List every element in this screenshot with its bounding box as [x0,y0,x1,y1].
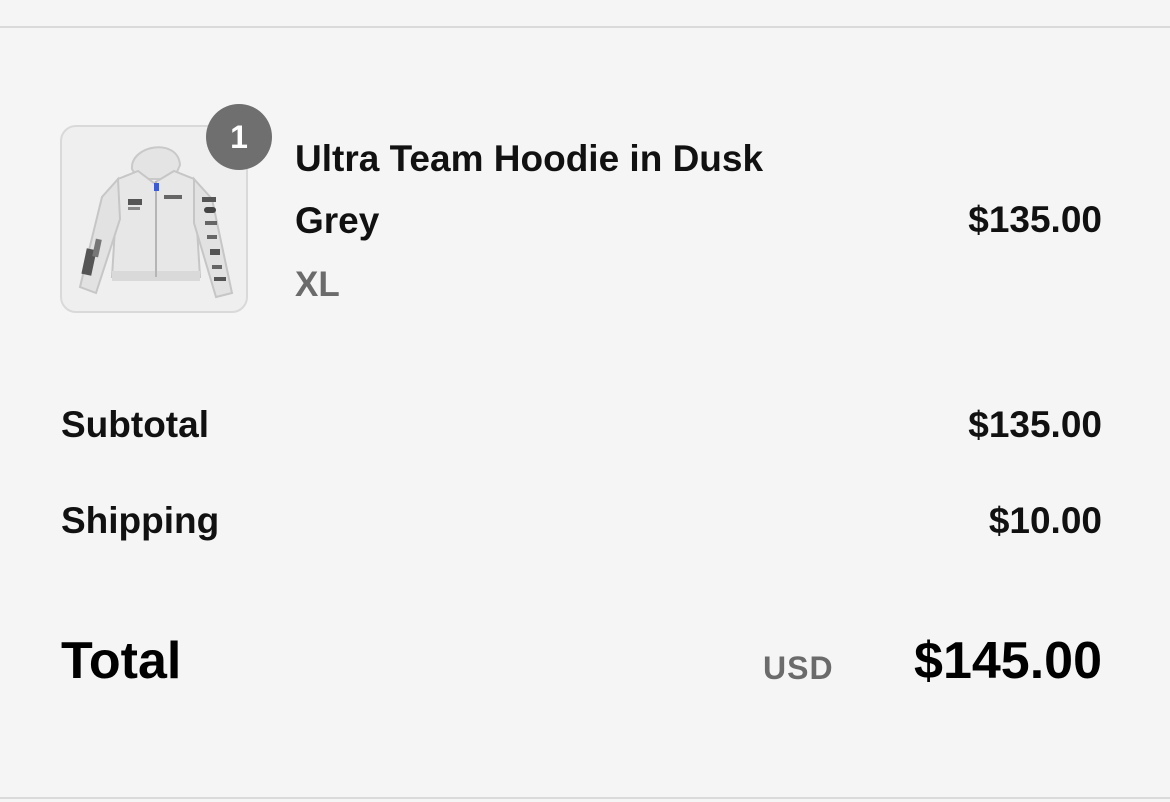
subtotal-label: Subtotal [61,404,209,445]
product-variant: XL [295,265,340,304]
top-divider [0,26,1170,28]
quantity-badge: 1 [206,104,272,170]
total-label: Total [61,632,182,690]
shipping-value: $10.00 [988,500,1102,541]
subtotal-value: $135.00 [968,404,1102,445]
shipping-label: Shipping [61,500,220,541]
total-currency: USD [763,650,834,686]
total-value: $145.00 [914,632,1102,690]
product-price: $135.00 [968,199,1102,240]
bottom-divider [0,797,1170,799]
product-title: Ultra Team Hoodie in Dusk Grey [295,138,764,241]
